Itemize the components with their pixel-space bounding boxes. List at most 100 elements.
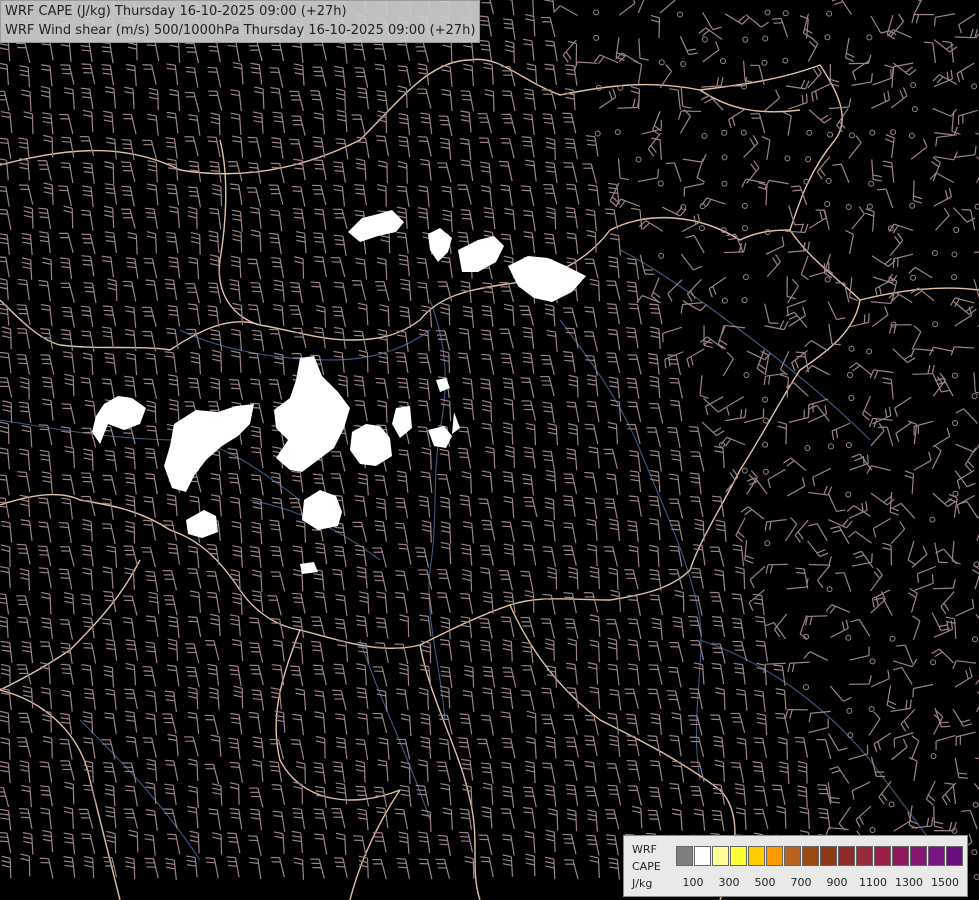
wind-barb (786, 276, 796, 300)
wind-barb (333, 281, 348, 303)
wind-barb (374, 63, 387, 86)
wind-barb (593, 54, 619, 65)
wind-barb (808, 710, 831, 723)
wind-barb (522, 113, 535, 136)
wind-barb (584, 258, 599, 279)
wind-barb (357, 87, 369, 110)
wind-barb (207, 90, 223, 111)
wind-barb (142, 306, 157, 327)
wind-barb (270, 162, 285, 184)
wind-barb (913, 0, 923, 16)
wind-barb (421, 809, 432, 833)
wind-barb (871, 159, 883, 182)
wind-barb (544, 63, 558, 86)
wind-barb (649, 518, 661, 541)
legend-swatch (856, 846, 873, 866)
wind-barb (333, 208, 348, 229)
wind-barb (355, 738, 369, 761)
wind-barb (63, 832, 76, 855)
wind-barb (395, 351, 409, 373)
wind-barb (143, 257, 158, 279)
wind-barb (211, 183, 223, 207)
wind-barb (500, 808, 515, 829)
wind-barb (743, 372, 750, 379)
wind-barb (827, 131, 834, 138)
wind-barb (829, 685, 852, 702)
wind-barb (908, 805, 919, 830)
wind-barb (209, 613, 221, 637)
wind-barb (848, 135, 862, 159)
wind-barb (314, 591, 328, 614)
wind-barb (627, 401, 642, 423)
wind-barb (104, 450, 118, 472)
wind-barb (270, 571, 286, 592)
wind-barb (269, 519, 283, 542)
wind-barb (945, 616, 957, 639)
wind-barb (59, 712, 73, 735)
wind-barb (727, 108, 746, 129)
wind-barb (82, 519, 93, 542)
wind-barb (665, 162, 682, 182)
wind-barb (101, 378, 115, 400)
wind-barb (440, 302, 451, 326)
wind-barb (123, 545, 138, 566)
wind-barb (741, 83, 748, 90)
wind-barb (210, 377, 221, 400)
wind-barb (525, 760, 536, 784)
wind-barb (273, 303, 285, 327)
wind-barb (563, 473, 578, 495)
wind-barb (524, 13, 536, 37)
wind-barb (58, 568, 73, 590)
wind-barb (542, 450, 556, 472)
wind-barb (547, 422, 559, 446)
wind-barb (951, 251, 958, 258)
wind-barb (294, 256, 305, 279)
wind-barb (606, 473, 619, 495)
wind-barb (354, 495, 368, 517)
wind-barb (872, 517, 891, 538)
wind-barb (147, 113, 159, 136)
wind-barb (460, 159, 474, 182)
wind-barb (333, 545, 347, 568)
wind-barb (586, 374, 599, 397)
wind-barb (270, 257, 285, 279)
wind-barb (804, 339, 829, 352)
cape-area (452, 412, 460, 434)
legend-label-cape: CAPE (632, 860, 661, 873)
wind-barb (628, 303, 642, 325)
wind-barb (607, 328, 621, 351)
wind-barb (890, 87, 908, 109)
wind-barb (142, 519, 157, 541)
wind-barb (701, 36, 708, 43)
wind-barb (250, 378, 263, 400)
wind-barb (352, 521, 368, 542)
wind-barb (374, 474, 388, 496)
wind-barb (353, 330, 367, 352)
wind-barb (0, 421, 10, 445)
wind-barb (103, 205, 115, 229)
wind-barb (523, 446, 536, 469)
wind-barb (892, 253, 914, 268)
wind-barb (121, 185, 135, 207)
wind-barb (953, 227, 960, 234)
wind-barb (210, 473, 223, 496)
wind-barb (0, 737, 11, 760)
wind-barb (61, 689, 73, 712)
wind-barb (38, 279, 51, 302)
wind-barb (674, 589, 685, 613)
wind-barb (910, 735, 920, 760)
wind-barb (607, 637, 618, 661)
wind-barb (356, 566, 368, 589)
wind-barb (21, 425, 33, 448)
wind-barb (296, 761, 306, 784)
wind-barb (167, 638, 179, 661)
wind-barb (464, 855, 475, 879)
wind-barb (310, 858, 325, 879)
wind-barb (848, 345, 855, 352)
wind-barb (520, 185, 535, 207)
wind-barb (211, 783, 223, 806)
wind-barb (688, 426, 703, 448)
wind-barb (888, 223, 914, 234)
wind-barb (805, 364, 830, 376)
wind-barb (375, 135, 390, 157)
